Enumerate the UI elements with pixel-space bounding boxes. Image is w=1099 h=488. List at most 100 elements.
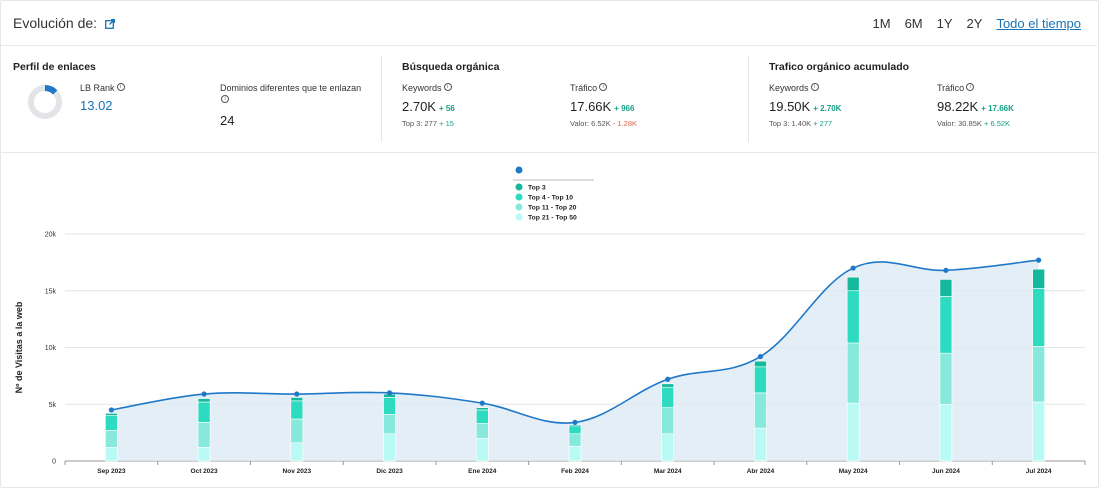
x-tick-label: Feb 2024 bbox=[561, 468, 589, 475]
x-tick-label: Ene 2024 bbox=[468, 468, 497, 475]
info-icon[interactable]: i bbox=[966, 83, 975, 91]
info-icon[interactable]: i bbox=[221, 95, 229, 103]
bar-segment bbox=[568, 433, 582, 447]
y-tick-label: 20k bbox=[45, 232, 57, 239]
bar-segment bbox=[475, 423, 489, 439]
legend-marker bbox=[515, 203, 523, 211]
keywords-value: 19.50K + 2.70K bbox=[769, 99, 842, 114]
lb-rank-value: 13.02 bbox=[80, 98, 113, 113]
x-tick-label: Sep 2023 bbox=[97, 468, 126, 475]
page-title: Evolución de: bbox=[13, 15, 115, 32]
range-2y-button[interactable]: 2Y bbox=[967, 16, 983, 31]
legend-label: Top 3 bbox=[528, 185, 546, 192]
info-icon[interactable]: i bbox=[599, 83, 608, 91]
line-point bbox=[572, 419, 578, 426]
bar-segment bbox=[383, 433, 396, 462]
y-tick-label: 15k bbox=[45, 288, 57, 295]
bar-segment bbox=[475, 409, 489, 424]
top3-text: Top 3: 1.40K + 277 bbox=[769, 119, 833, 128]
time-range-selector: 1M 6M 1Y 2Y Todo el tiempo bbox=[873, 16, 1082, 31]
bar-segment bbox=[105, 430, 118, 448]
line-point bbox=[665, 376, 671, 382]
bar-segment bbox=[846, 290, 860, 344]
info-icon[interactable]: i bbox=[810, 83, 819, 91]
bar-segment bbox=[290, 418, 304, 444]
y-axis-label: Nº de Visitas a la web bbox=[14, 301, 24, 393]
trafico-value: 17.66K + 966 bbox=[570, 99, 635, 114]
keywords-value: 2.70K + 56 bbox=[402, 99, 455, 114]
info-icon[interactable]: i bbox=[443, 83, 452, 91]
domains-label: Dominios diferentes que te enlazan bbox=[220, 83, 362, 93]
trafico-label: Tráfico i bbox=[570, 83, 608, 93]
bar-segment bbox=[105, 447, 118, 462]
perfil-title: Perfil de enlaces bbox=[13, 61, 96, 73]
trafico-value: 98.22K + 17.66K bbox=[937, 99, 1014, 114]
y-tick-label: 5k bbox=[49, 402, 57, 409]
x-tick-label: Jul 2024 bbox=[1026, 468, 1052, 475]
top3-text: Top 3: 277 + 15 bbox=[402, 119, 454, 128]
legend-label: Top 11 - Top 20 bbox=[528, 205, 577, 212]
lb-rank-label: LB Rank i bbox=[80, 83, 125, 93]
chart-legend: Top 3 Top 4 - Top 10 Top 11 - Top 20 Top 21… bbox=[513, 166, 594, 222]
bar-segment bbox=[846, 276, 860, 292]
divider bbox=[381, 56, 382, 142]
keywords-label: Keywords i bbox=[402, 83, 452, 93]
legend-marker bbox=[515, 183, 523, 191]
bar-segment bbox=[105, 415, 118, 431]
bar-segment bbox=[939, 352, 953, 405]
bar-segment bbox=[290, 400, 304, 420]
bar-segment bbox=[1032, 268, 1045, 289]
bar-segment bbox=[1032, 346, 1045, 403]
bar-segment bbox=[661, 386, 675, 408]
bar-segment bbox=[197, 398, 211, 403]
bar-segment bbox=[290, 442, 304, 462]
bar-segment bbox=[197, 401, 211, 423]
range-1m-button[interactable]: 1M bbox=[873, 16, 891, 31]
line-point bbox=[386, 390, 393, 396]
legend-label: Top 21 - Top 50 bbox=[528, 215, 577, 222]
bar-segment bbox=[475, 407, 489, 411]
bar-segment bbox=[754, 360, 767, 368]
external-link-icon[interactable] bbox=[105, 16, 115, 32]
range-6m-button[interactable]: 6M bbox=[905, 16, 923, 31]
info-icon[interactable]: i bbox=[116, 83, 125, 91]
trafico-label: Tráfico i bbox=[937, 83, 975, 93]
x-tick-label: Dic 2023 bbox=[376, 468, 403, 475]
valor-text: Valor: 6.52K - 1.28K bbox=[570, 119, 638, 128]
bar-segment bbox=[661, 433, 675, 462]
acumulado-title: Trafico orgánico acumulado bbox=[769, 61, 910, 73]
line-point bbox=[201, 391, 207, 397]
line-point bbox=[1036, 257, 1042, 263]
x-tick-label: Oct 2023 bbox=[191, 468, 218, 475]
bar-segment bbox=[383, 397, 396, 415]
bar-segment bbox=[754, 392, 767, 429]
legend-label: Top 4 - Top 10 bbox=[528, 195, 573, 202]
domains-value: 24 bbox=[220, 113, 235, 128]
line-point bbox=[850, 265, 856, 271]
line-point bbox=[108, 407, 114, 413]
bar-segment bbox=[754, 366, 767, 394]
keywords-label: Keywords i bbox=[769, 83, 819, 93]
range-all-time-link[interactable]: Todo el tiempo bbox=[996, 16, 1081, 31]
bar-segment bbox=[197, 422, 211, 448]
stats-row: Perfil de enlaces LB Rank i 13.02 Dominio… bbox=[0, 46, 1097, 153]
busqueda-title: Búsqueda orgánica bbox=[402, 61, 500, 73]
range-1y-button[interactable]: 1Y bbox=[937, 16, 953, 31]
bar-segment bbox=[568, 425, 582, 435]
legend-line-marker bbox=[515, 166, 523, 174]
x-tick-label: May 2024 bbox=[839, 468, 868, 475]
y-tick-label: 0 bbox=[52, 459, 56, 466]
bar-segment bbox=[846, 342, 860, 404]
bar-segment bbox=[939, 403, 953, 462]
y-tick-label: 10k bbox=[45, 345, 57, 352]
divider bbox=[748, 56, 749, 142]
bar-segment bbox=[383, 414, 396, 435]
bar-segment bbox=[290, 397, 304, 402]
legend-marker bbox=[515, 213, 523, 221]
bar-segment bbox=[1032, 288, 1045, 347]
bar-segment bbox=[1032, 401, 1045, 462]
bar-segment bbox=[197, 447, 211, 462]
bar-segment bbox=[939, 279, 953, 297]
bar-segment bbox=[939, 296, 953, 354]
bar-segment bbox=[846, 402, 860, 462]
